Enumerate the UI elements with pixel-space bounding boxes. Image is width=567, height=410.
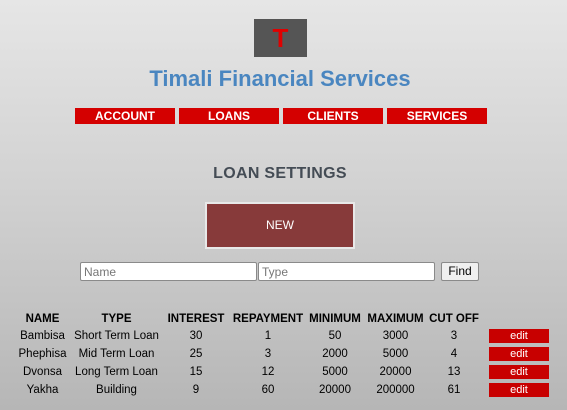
- main-nav: ACCOUNT LOANS CLIENTS SERVICES: [75, 108, 487, 124]
- cell-type: Building: [96, 384, 137, 396]
- cell-interest: 30: [189, 330, 203, 342]
- find-button[interactable]: Find: [441, 262, 479, 281]
- cell-cut-off: 13: [447, 366, 461, 378]
- cell-action: edit: [481, 363, 549, 381]
- nav-item-account[interactable]: ACCOUNT: [75, 108, 175, 124]
- cell-repayment: 3: [264, 348, 272, 360]
- table-row: Bambisa Short Term Loan 30 1 50 3000 3 e…: [14, 327, 549, 345]
- cell-name: Phephisa: [18, 348, 67, 360]
- cell-name: Bambisa: [20, 330, 65, 342]
- name-filter-input[interactable]: [80, 262, 257, 281]
- cell-minimum: 2000: [322, 348, 348, 360]
- cell-interest: 15: [189, 366, 203, 378]
- loan-settings-table: NAME TYPE INTEREST REPAYMENT MINIMUM MAX…: [14, 311, 549, 399]
- cell-type: Long Term Loan: [75, 366, 158, 378]
- cell-maximum: 20000: [379, 366, 412, 378]
- column-header-cut-off: CUT OFF: [429, 313, 479, 325]
- site-title: Timali Financial Services: [149, 66, 411, 91]
- nav-item-services[interactable]: SERVICES: [387, 108, 487, 124]
- table-header-row: NAME TYPE INTEREST REPAYMENT MINIMUM MAX…: [14, 311, 549, 327]
- cell-repayment: 1: [264, 330, 272, 342]
- cell-maximum: 5000: [382, 348, 409, 360]
- column-header-minimum: MINIMUM: [309, 313, 361, 325]
- cell-name: Yakha: [26, 384, 59, 396]
- cell-minimum: 5000: [322, 366, 348, 378]
- cell-interest: 25: [189, 348, 203, 360]
- logo-letter: T: [272, 23, 289, 53]
- cell-maximum: 3000: [382, 330, 409, 342]
- cell-action: edit: [481, 381, 549, 399]
- column-header-interest: INTEREST: [167, 313, 225, 325]
- cell-minimum: 20000: [319, 384, 351, 396]
- type-filter-input[interactable]: [258, 262, 435, 281]
- column-header-type: TYPE: [101, 313, 132, 325]
- column-header-maximum: MAXIMUM: [367, 313, 424, 325]
- cell-repayment: 60: [261, 384, 275, 396]
- edit-button[interactable]: edit: [489, 329, 549, 343]
- edit-button[interactable]: edit: [489, 347, 549, 361]
- page-title: LOAN SETTINGS: [213, 165, 347, 182]
- cell-maximum: 200000: [376, 384, 415, 396]
- cell-action: edit: [481, 345, 549, 363]
- cell-cut-off: 4: [450, 348, 458, 360]
- column-header-action: [481, 311, 549, 327]
- column-header-name: NAME: [25, 313, 60, 325]
- edit-button[interactable]: edit: [489, 383, 549, 397]
- cell-type: Short Term Loan: [74, 330, 159, 342]
- table-row: Yakha Building 9 60 20000 200000 61 edit: [14, 381, 549, 399]
- cell-type: Mid Term Loan: [78, 348, 155, 360]
- table-row: Dvonsa Long Term Loan 15 12 5000 20000 1…: [14, 363, 549, 381]
- table-row: Phephisa Mid Term Loan 25 3 2000 5000 4 …: [14, 345, 549, 363]
- edit-button[interactable]: edit: [489, 365, 549, 379]
- logo: T: [254, 19, 307, 57]
- cell-action: edit: [481, 327, 549, 345]
- cell-name: Dvonsa: [23, 366, 62, 378]
- filter-bar: Find: [80, 262, 479, 281]
- cell-cut-off: 3: [450, 330, 458, 342]
- new-loan-button[interactable]: NEW: [205, 202, 355, 249]
- cell-interest: 9: [192, 384, 200, 396]
- cell-repayment: 12: [261, 366, 275, 378]
- nav-item-clients[interactable]: CLIENTS: [283, 108, 383, 124]
- cell-minimum: 50: [328, 330, 342, 342]
- column-header-repayment: REPAYMENT: [232, 313, 304, 325]
- cell-cut-off: 61: [447, 384, 461, 396]
- nav-item-loans[interactable]: LOANS: [179, 108, 279, 124]
